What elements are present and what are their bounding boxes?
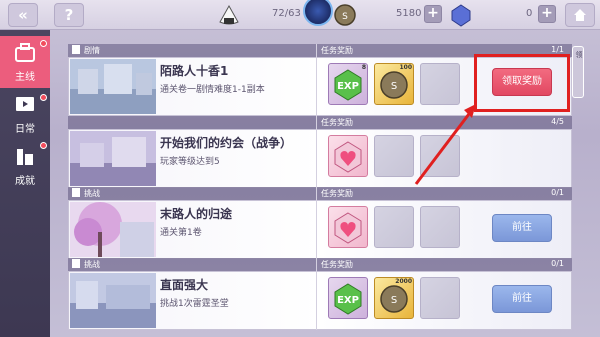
- quest-thumbnail: [70, 59, 156, 114]
- add-coins-button[interactable]: +: [424, 5, 442, 23]
- rice-ball-icon: [219, 4, 239, 25]
- quest-progress: 1/1: [551, 45, 564, 54]
- crystals-value: 0: [526, 8, 533, 19]
- quest-header: 任务奖励 4/5: [68, 116, 572, 129]
- reward-slot-heart-crystal[interactable]: [328, 135, 368, 177]
- quest-header: 挑战 任务奖励 0/1: [68, 187, 572, 200]
- reward-slot-heart-crystal[interactable]: [328, 206, 368, 248]
- reward-header: 任务奖励: [321, 260, 353, 269]
- reward-slot-empty: [374, 206, 414, 248]
- quest-description: 通关卷一剧情难度1-1副本: [160, 85, 265, 95]
- svg-text:S: S: [391, 295, 397, 306]
- reward-header: 任务奖励: [321, 46, 353, 55]
- quest-title: 直面强大: [160, 278, 209, 292]
- notification-dot: [40, 142, 47, 149]
- briefcase-icon: [15, 43, 35, 62]
- plus-icon: +: [541, 5, 553, 21]
- tab-daily-label: 日常: [15, 124, 35, 135]
- challenge-icon: [72, 188, 80, 197]
- coin-icon: S: [334, 4, 356, 26]
- quest-description: 挑战1次雷霆圣堂: [160, 299, 229, 309]
- quest-category: 剧情: [84, 46, 100, 55]
- story-icon: [72, 45, 80, 54]
- quest-category: 挑战: [84, 260, 100, 269]
- top-bar: « ? 72/63 S 5180 + 0 +: [0, 0, 600, 30]
- reward-slot-coin[interactable]: S 2000: [374, 277, 414, 319]
- home-button[interactable]: [565, 3, 595, 27]
- reward-slot-exp[interactable]: EXP 8: [328, 63, 368, 105]
- arrow-annotation: [414, 104, 476, 185]
- go-button[interactable]: 前往: [492, 214, 552, 242]
- quest-thumbnail: [70, 202, 156, 257]
- divider: [316, 44, 317, 116]
- side-collect-tab[interactable]: 领: [572, 46, 584, 98]
- divider: [316, 187, 317, 259]
- reward-header: 任务奖励: [321, 189, 353, 198]
- reward-slot-coin[interactable]: S 100: [374, 63, 414, 105]
- go-button[interactable]: 前往: [492, 285, 552, 313]
- quest-progress: 4/5: [551, 117, 564, 126]
- quest-description: 玩家等级达到5: [160, 157, 220, 167]
- reward-qty: 8: [361, 64, 366, 71]
- sidebar: 主线 日常 成就: [0, 30, 50, 337]
- tab-achievements-label: 成就: [15, 176, 35, 187]
- quest-progress: 0/1: [551, 259, 564, 268]
- quest-title: 开始我们的约会（战争）: [160, 136, 293, 150]
- highlight-box: [474, 54, 570, 112]
- double-chevron-left-icon: «: [18, 6, 28, 24]
- trophy-icon: [17, 149, 33, 165]
- screen-icon: [16, 97, 34, 111]
- reward-slot-empty: [420, 206, 460, 248]
- reward-slot-empty: [420, 277, 460, 319]
- challenge-icon: [72, 259, 80, 268]
- svg-text:EXP: EXP: [337, 295, 359, 306]
- question-mark-icon: ?: [64, 6, 74, 24]
- quest-progress: 0/1: [551, 188, 564, 197]
- side-collect-tab-label: 领: [575, 51, 583, 59]
- exp-icon: EXP: [334, 283, 362, 315]
- tab-main-label: 主线: [15, 72, 35, 83]
- divider: [316, 258, 317, 330]
- quest-header: 挑战 任务奖励 0/1: [68, 258, 572, 271]
- divider: [316, 116, 317, 188]
- reward-header: 任务奖励: [321, 118, 353, 127]
- reward-slot-empty: [420, 63, 460, 105]
- avatar-emblem[interactable]: [303, 0, 333, 26]
- svg-text:EXP: EXP: [337, 81, 359, 92]
- stamina-value: 72/63: [272, 8, 301, 19]
- reward-qty: 100: [399, 64, 412, 71]
- heart-crystal-icon: [334, 141, 362, 173]
- svg-text:S: S: [342, 12, 348, 22]
- coins-value: 5180: [396, 8, 422, 19]
- quest-thumbnail: [70, 273, 156, 328]
- quest-title: 末路人的归途: [160, 207, 233, 221]
- heart-crystal-icon: [334, 212, 362, 244]
- quest-title: 陌路人十香1: [160, 64, 229, 78]
- svg-text:S: S: [391, 81, 397, 92]
- plus-icon: +: [427, 5, 439, 21]
- reward-slot-exp[interactable]: EXP: [328, 277, 368, 319]
- add-crystals-button[interactable]: +: [538, 5, 556, 23]
- back-button[interactable]: «: [8, 3, 38, 27]
- crystal-icon: [451, 4, 471, 27]
- notification-dot: [40, 94, 47, 101]
- quest-thumbnail: [70, 131, 156, 186]
- quest-description: 通关第1卷: [160, 228, 202, 238]
- reward-qty: 2000: [395, 278, 412, 285]
- reward-slot-empty: [374, 135, 414, 177]
- notification-dot: [40, 40, 47, 47]
- help-button[interactable]: ?: [54, 3, 84, 27]
- quest-category: 挑战: [84, 189, 100, 198]
- home-icon: [574, 9, 586, 21]
- quest-card: 任务奖励 4/5 开始我们的约会（战争） 玩家等级达到5: [68, 116, 572, 188]
